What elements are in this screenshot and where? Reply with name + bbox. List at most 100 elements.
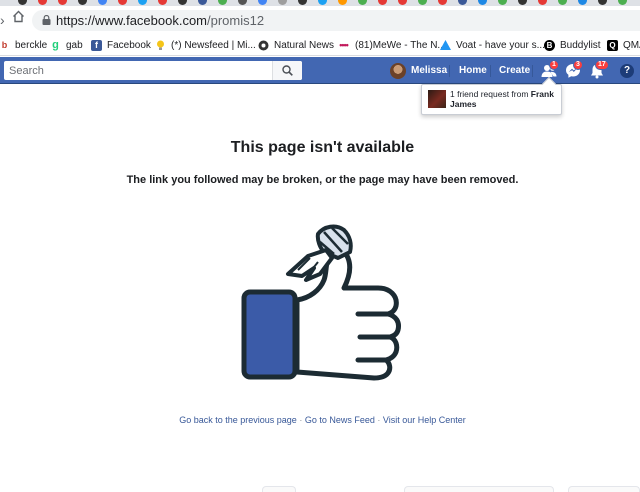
pinned-tab[interactable] (58, 0, 67, 5)
pinned-tab[interactable] (298, 0, 307, 5)
qmap-icon: Q (607, 39, 618, 51)
search-input[interactable] (4, 61, 274, 80)
page-title: This page isn't available (230, 139, 415, 156)
home-icon[interactable] (12, 10, 25, 26)
pinned-tab[interactable] (378, 0, 387, 5)
pinned-tab[interactable] (18, 0, 27, 5)
facebook-icon: f (91, 39, 102, 51)
pinned-tab[interactable] (138, 0, 147, 5)
pinned-tab[interactable] (78, 0, 87, 5)
address-row: › https://www.facebook.com/promis12 (0, 6, 640, 34)
pinned-tab[interactable] (478, 0, 487, 5)
nav-divider (490, 65, 491, 77)
url-path: /promis12 (207, 13, 265, 28)
chat-tab-edge[interactable] (262, 486, 296, 492)
chat-tab-edge[interactable] (568, 486, 640, 492)
bookmark-facebook[interactable]: f Facebook (91, 37, 151, 53)
pinned-tab[interactable] (538, 0, 547, 5)
pinned-tab[interactable] (578, 0, 587, 5)
pinned-tab[interactable] (438, 0, 447, 5)
news-feed-link[interactable]: Go to News Feed (305, 415, 375, 425)
gear-icon (258, 40, 269, 51)
notifications-badge: 17 (595, 60, 609, 70)
pinned-tab[interactable] (558, 0, 567, 5)
flyout-message-prefix: 1 friend request from (450, 89, 531, 99)
bookmark-mewe[interactable]: •••• (81)MeWe - The N... (337, 37, 446, 53)
bookmark-label: Buddylist (560, 39, 601, 51)
friend-request-avatar (428, 90, 446, 108)
url-text: https://www.facebook.com/promis12 (56, 13, 264, 28)
bookmark-label: (*) Newsfeed | Mi... (171, 39, 256, 51)
pinned-tab[interactable] (258, 0, 267, 5)
profile-name: Melissa (411, 65, 448, 76)
address-bar[interactable]: https://www.facebook.com/promis12 (32, 10, 640, 31)
search-icon (282, 65, 293, 76)
pinned-tab[interactable] (118, 0, 127, 5)
bookmark-gab[interactable]: g gab (50, 37, 83, 53)
separator: · (299, 415, 303, 425)
messages-badge: 3 (573, 60, 583, 70)
bookmark-label: Voat - have your s... (456, 39, 545, 51)
bookmark-label: berckle (15, 39, 48, 51)
separator: · (377, 415, 381, 425)
pinned-tab[interactable] (518, 0, 527, 5)
pinned-tab[interactable] (418, 0, 427, 5)
mewe-icon: •••• (339, 40, 349, 50)
bookmark-berckle[interactable]: b berckle (0, 37, 48, 53)
help-links: Go back to the previous page · Go to New… (0, 415, 640, 425)
pinned-tab[interactable] (358, 0, 367, 5)
bookmark-newsfeed[interactable]: (*) Newsfeed | Mi... (155, 37, 256, 53)
pinned-tab[interactable] (498, 0, 507, 5)
lightbulb-icon (155, 40, 166, 51)
search-button[interactable] (272, 61, 302, 80)
notifications-button[interactable]: 17 (589, 60, 609, 79)
voat-icon (440, 40, 451, 51)
messages-button[interactable]: 3 (565, 60, 583, 79)
pinned-tab[interactable] (398, 0, 407, 5)
broken-thumbs-up-illustration (241, 224, 401, 381)
pinned-tab[interactable] (278, 0, 287, 5)
url-host: https://www.facebook.com (56, 13, 208, 28)
home-link[interactable]: Home (459, 65, 487, 76)
error-message: The link you followed may be broken, or … (126, 174, 519, 186)
go-back-link[interactable]: Go back to the previous page (179, 415, 297, 425)
pinned-tab[interactable] (458, 0, 467, 5)
bookmark-label: Natural News (274, 39, 335, 51)
help-button[interactable]: ? (620, 64, 634, 78)
pinned-tab[interactable] (178, 0, 187, 5)
bookmark-label: QMA (623, 39, 640, 51)
bookmark-label: (81)MeWe - The N... (355, 39, 446, 51)
pinned-tab[interactable] (158, 0, 167, 5)
bookmark-label: Facebook (107, 39, 151, 51)
pinned-tab[interactable] (218, 0, 227, 5)
friend-requests-badge: 1 (549, 60, 559, 70)
nav-divider (532, 65, 533, 77)
nav-divider (449, 65, 450, 77)
bookmark-qmap[interactable]: Q QMA (607, 37, 640, 53)
bookmark-voat[interactable]: Voat - have your s... (440, 37, 545, 53)
search-box (4, 61, 302, 80)
bookmark-buddylist[interactable]: B Buddylist (544, 37, 601, 53)
gab-icon: g (52, 39, 59, 51)
friend-request-flyout[interactable]: 1 friend request from Frank James (421, 76, 562, 115)
b-icon: b (1, 40, 8, 50)
pinned-tab[interactable] (98, 0, 107, 5)
bookmarks-bar: b berckle g gab f Facebook (*) Newsfeed … (0, 34, 640, 56)
profile-link[interactable]: Melissa (390, 61, 447, 80)
pinned-tab[interactable] (598, 0, 607, 5)
pinned-tab[interactable] (618, 0, 627, 5)
pinned-tab[interactable] (38, 0, 47, 5)
pinned-tab[interactable] (238, 0, 247, 5)
bookmark-label: gab (66, 39, 83, 51)
lock-icon (42, 15, 51, 25)
forward-icon[interactable]: › (0, 12, 5, 28)
friend-request-message: 1 friend request from Frank James (450, 89, 560, 109)
chat-tab-edge[interactable] (404, 486, 554, 492)
bookmark-natural-news[interactable]: Natural News (258, 37, 334, 53)
pinned-tab[interactable] (338, 0, 347, 5)
pinned-tab[interactable] (198, 0, 207, 5)
help-center-link[interactable]: Visit our Help Center (383, 415, 466, 425)
pinned-tab[interactable] (318, 0, 327, 5)
avatar (390, 62, 406, 79)
create-link[interactable]: Create (499, 65, 530, 76)
